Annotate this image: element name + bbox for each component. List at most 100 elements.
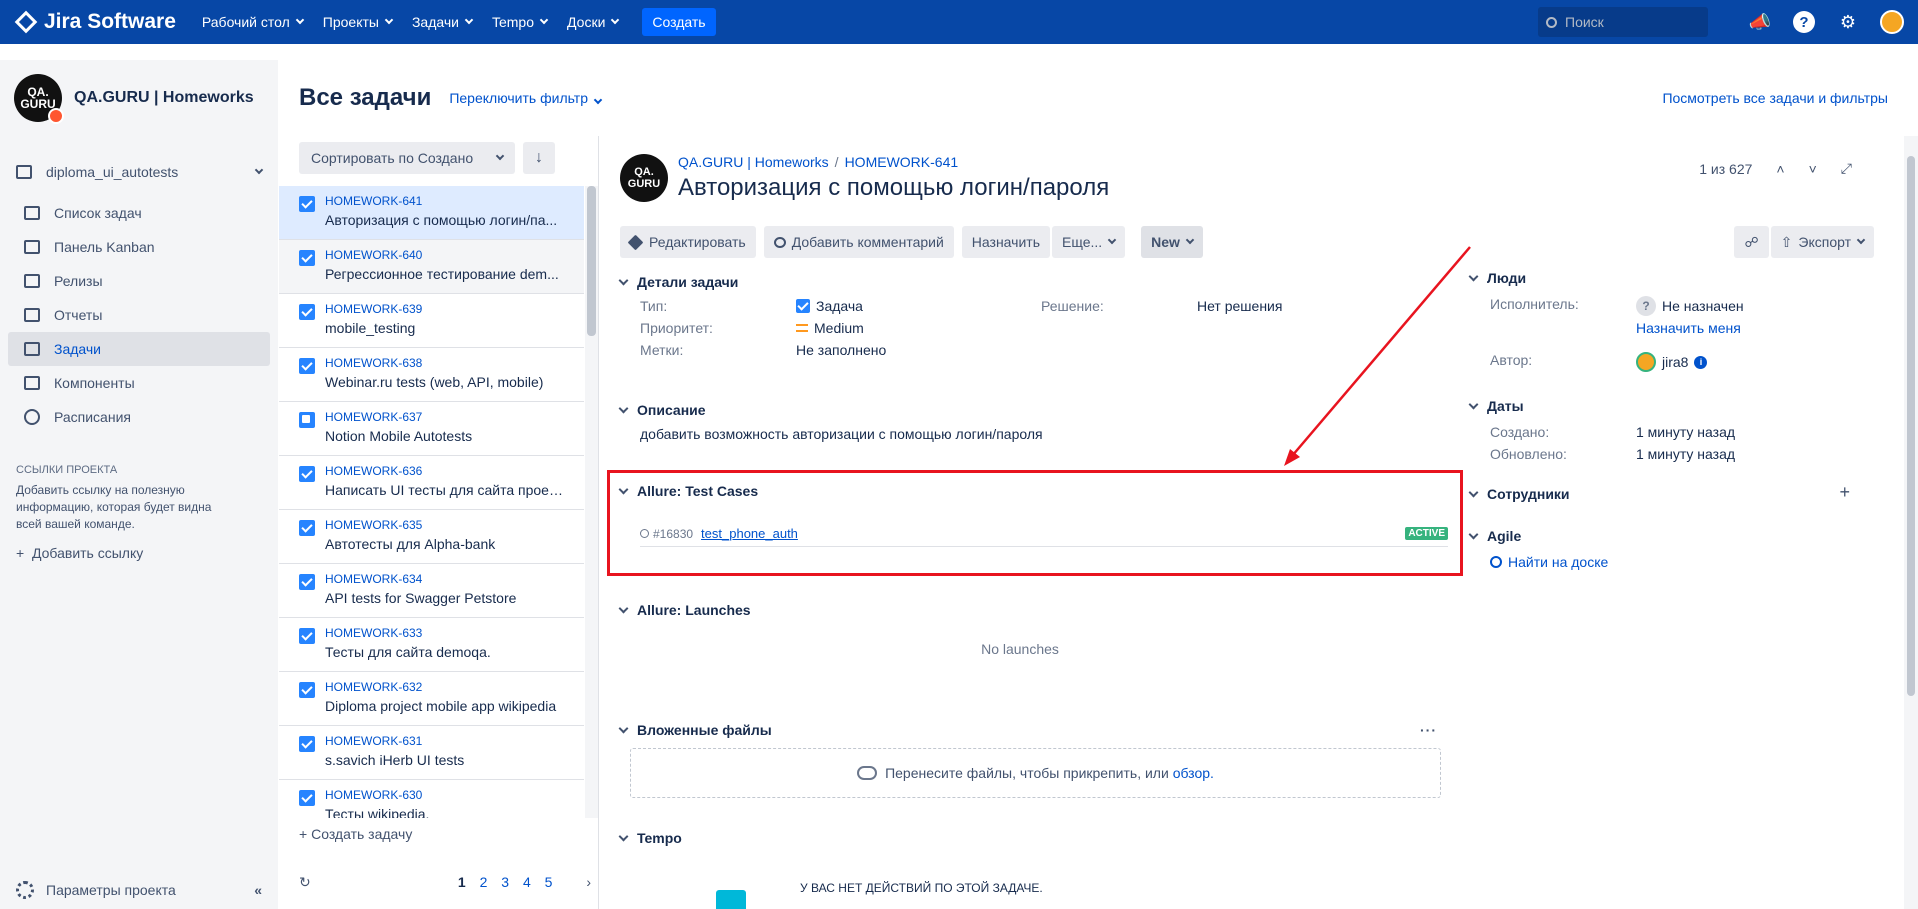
project-header[interactable]: QA. GURU QA.GURU | Homeworks [0, 60, 278, 136]
scrollbar-thumb[interactable] [587, 186, 596, 336]
sort-direction-button[interactable]: ↓ [523, 142, 555, 174]
field-value: Medium [814, 320, 864, 336]
page-2[interactable]: 2 [480, 874, 488, 890]
assign-to-me-link[interactable]: Назначить меня [1636, 320, 1876, 336]
edit-button[interactable]: Редактировать [620, 226, 756, 258]
switch-filter-button[interactable]: Переключить фильтр [449, 90, 603, 106]
browse-link[interactable]: обзор. [1173, 765, 1214, 781]
list-item[interactable]: HOMEWORK-637 Notion Mobile Autotests [279, 402, 584, 456]
megaphone-icon[interactable]: 📣 [1748, 10, 1772, 34]
sidebar-item-components[interactable]: Компоненты [8, 366, 270, 400]
collaborators-toggle[interactable]: Сотрудники [1468, 486, 1890, 502]
previous-issue-icon[interactable]: ˄ [1776, 161, 1784, 177]
breadcrumb-project-link[interactable]: QA.GURU | Homeworks [678, 154, 829, 170]
search-input[interactable]: Поиск [1538, 7, 1708, 37]
add-link-button[interactable]: + Добавить ссылку [0, 533, 278, 573]
priority-value[interactable]: Medium [796, 320, 1041, 336]
nav-dashboards[interactable]: Рабочий стол [202, 14, 305, 30]
list-item[interactable]: HOMEWORK-639 mobile_testing [279, 294, 584, 348]
share-button[interactable]: ☍ [1734, 226, 1769, 258]
list-item[interactable]: HOMEWORK-633 Тесты для сайта demoqa. [279, 618, 584, 672]
sidebar-item-schedules[interactable]: Расписания [8, 400, 270, 434]
list-item[interactable]: HOMEWORK-641 Авторизация с помощью логин/… [279, 186, 584, 240]
details-toggle[interactable]: Детали задачи [618, 274, 1397, 290]
nav-boards[interactable]: Доски [567, 14, 620, 30]
next-issue-icon[interactable]: ˅ [1809, 161, 1817, 177]
page-4[interactable]: 4 [523, 874, 531, 890]
test-case-link[interactable]: test_phone_auth [701, 526, 798, 541]
issue-title[interactable]: Авторизация с помощью логин/пароля [678, 174, 1109, 202]
list-item[interactable]: HOMEWORK-632 Diploma project mobile app w… [279, 672, 584, 726]
gear-icon[interactable]: ⚙ [1836, 10, 1860, 34]
list-item[interactable]: HOMEWORK-630 Тесты wikipedia. [279, 780, 584, 818]
page-5[interactable]: 5 [545, 874, 553, 890]
more-options-icon[interactable]: ··· [1420, 722, 1437, 738]
labels-value[interactable]: Не заполнено [796, 342, 1041, 358]
create-task-button[interactable]: + Создать задачу [299, 826, 412, 842]
author-value[interactable]: jira8 i [1636, 352, 1876, 372]
sidebar-item-backlog[interactable]: Список задач [8, 196, 270, 230]
agile-toggle[interactable]: Agile [1468, 528, 1890, 544]
list-item-body: HOMEWORK-637 Notion Mobile Autotests [325, 410, 563, 455]
people-toggle[interactable]: Люди [1468, 270, 1890, 286]
issue-type-value: Задача [796, 298, 1041, 314]
list-item[interactable]: HOMEWORK-636 Написать UI тесты для сайта … [279, 456, 584, 510]
description-toggle[interactable]: Описание [618, 402, 1043, 418]
person-icon [640, 529, 649, 538]
nav-tempo[interactable]: Tempo [492, 14, 549, 30]
view-all-filters-link[interactable]: Посмотреть все задачи и фильтры [1662, 90, 1888, 106]
project-settings[interactable]: Параметры проекта « [16, 881, 262, 899]
scrollbar-thumb[interactable] [1907, 156, 1915, 696]
tempo-toggle[interactable]: Tempo [618, 830, 682, 846]
list-item[interactable]: HOMEWORK-634 API tests for Swagger Petsto… [279, 564, 584, 618]
export-button[interactable]: ⇧ Экспорт [1770, 226, 1874, 258]
task-icon [299, 736, 315, 752]
list-item[interactable]: HOMEWORK-635 Автотесты для Alpha-bank [279, 510, 584, 564]
breadcrumb-issue-link[interactable]: HOMEWORK-641 [845, 154, 959, 170]
info-icon[interactable]: i [1694, 355, 1708, 369]
sidebar-item-releases[interactable]: Релизы [8, 264, 270, 298]
expand-icon[interactable]: ⤢ [1841, 160, 1852, 177]
collapse-sidebar-icon[interactable]: « [254, 882, 262, 898]
refresh-icon[interactable]: ↻ [299, 874, 311, 891]
find-on-board-link[interactable]: Найти на доске [1490, 554, 1890, 570]
next-page-icon[interactable]: › [586, 874, 591, 890]
list-scrollbar[interactable] [585, 186, 598, 818]
add-comment-button[interactable]: Добавить комментарий [763, 226, 954, 258]
allure-test-cases-highlight: Allure: Test Cases #16830 test_phone_aut… [607, 470, 1463, 576]
collaborators-section: Сотрудники + [1468, 482, 1890, 502]
list-item[interactable]: HOMEWORK-631 s.savich iHerb UI tests [279, 726, 584, 780]
allure-test-cases-toggle[interactable]: Allure: Test Cases [618, 483, 758, 499]
more-button[interactable]: Еще... [1052, 226, 1126, 258]
attachment-dropzone[interactable]: Перенесите файлы, чтобы прикрепить, или … [630, 748, 1441, 798]
allure-launches-toggle[interactable]: Allure: Launches [618, 602, 751, 618]
sidebar-item-kanban[interactable]: Панель Kanban [8, 230, 270, 264]
main-scrollbar[interactable] [1904, 136, 1918, 909]
profile-button[interactable] [1880, 10, 1904, 34]
page-1[interactable]: 1 [458, 874, 466, 890]
help-button[interactable]: ? [1792, 10, 1816, 34]
sort-dropdown[interactable]: Сортировать по Создано [299, 142, 515, 174]
assignee-value[interactable]: ? Не назначен [1636, 296, 1876, 316]
description-text[interactable]: добавить возможность авторизации с помощ… [640, 426, 1043, 442]
page-3[interactable]: 3 [501, 874, 509, 890]
list-item-body: HOMEWORK-641 Авторизация с помощью логин/… [325, 194, 563, 239]
nav-issues[interactable]: Задачи [412, 14, 474, 30]
attachments-toggle[interactable]: Вложенные файлы [618, 722, 772, 738]
add-collaborator-icon[interactable]: + [1839, 482, 1850, 503]
status-dropdown[interactable]: New [1141, 226, 1203, 258]
list-item[interactable]: HOMEWORK-640 Регрессионное тестирование d… [279, 240, 584, 294]
board-selector[interactable]: diploma_ui_autotests [0, 154, 278, 190]
sidebar-item-issues[interactable]: Задачи [8, 332, 270, 366]
list-item-body: HOMEWORK-640 Регрессионное тестирование d… [325, 248, 563, 293]
section-title: Люди [1487, 270, 1527, 286]
list-item[interactable]: HOMEWORK-638 Webinar.ru tests (web, API, … [279, 348, 584, 402]
chevron-down-icon [593, 95, 603, 104]
list-item-body: HOMEWORK-638 Webinar.ru tests (web, API, … [325, 356, 563, 401]
assign-button[interactable]: Назначить [961, 226, 1050, 258]
dates-toggle[interactable]: Даты [1468, 398, 1890, 414]
sidebar-item-reports[interactable]: Отчеты [8, 298, 270, 332]
jira-logo[interactable]: Jira Software [14, 10, 176, 34]
nav-projects[interactable]: Проекты [323, 14, 394, 30]
create-button[interactable]: Создать [642, 8, 716, 36]
